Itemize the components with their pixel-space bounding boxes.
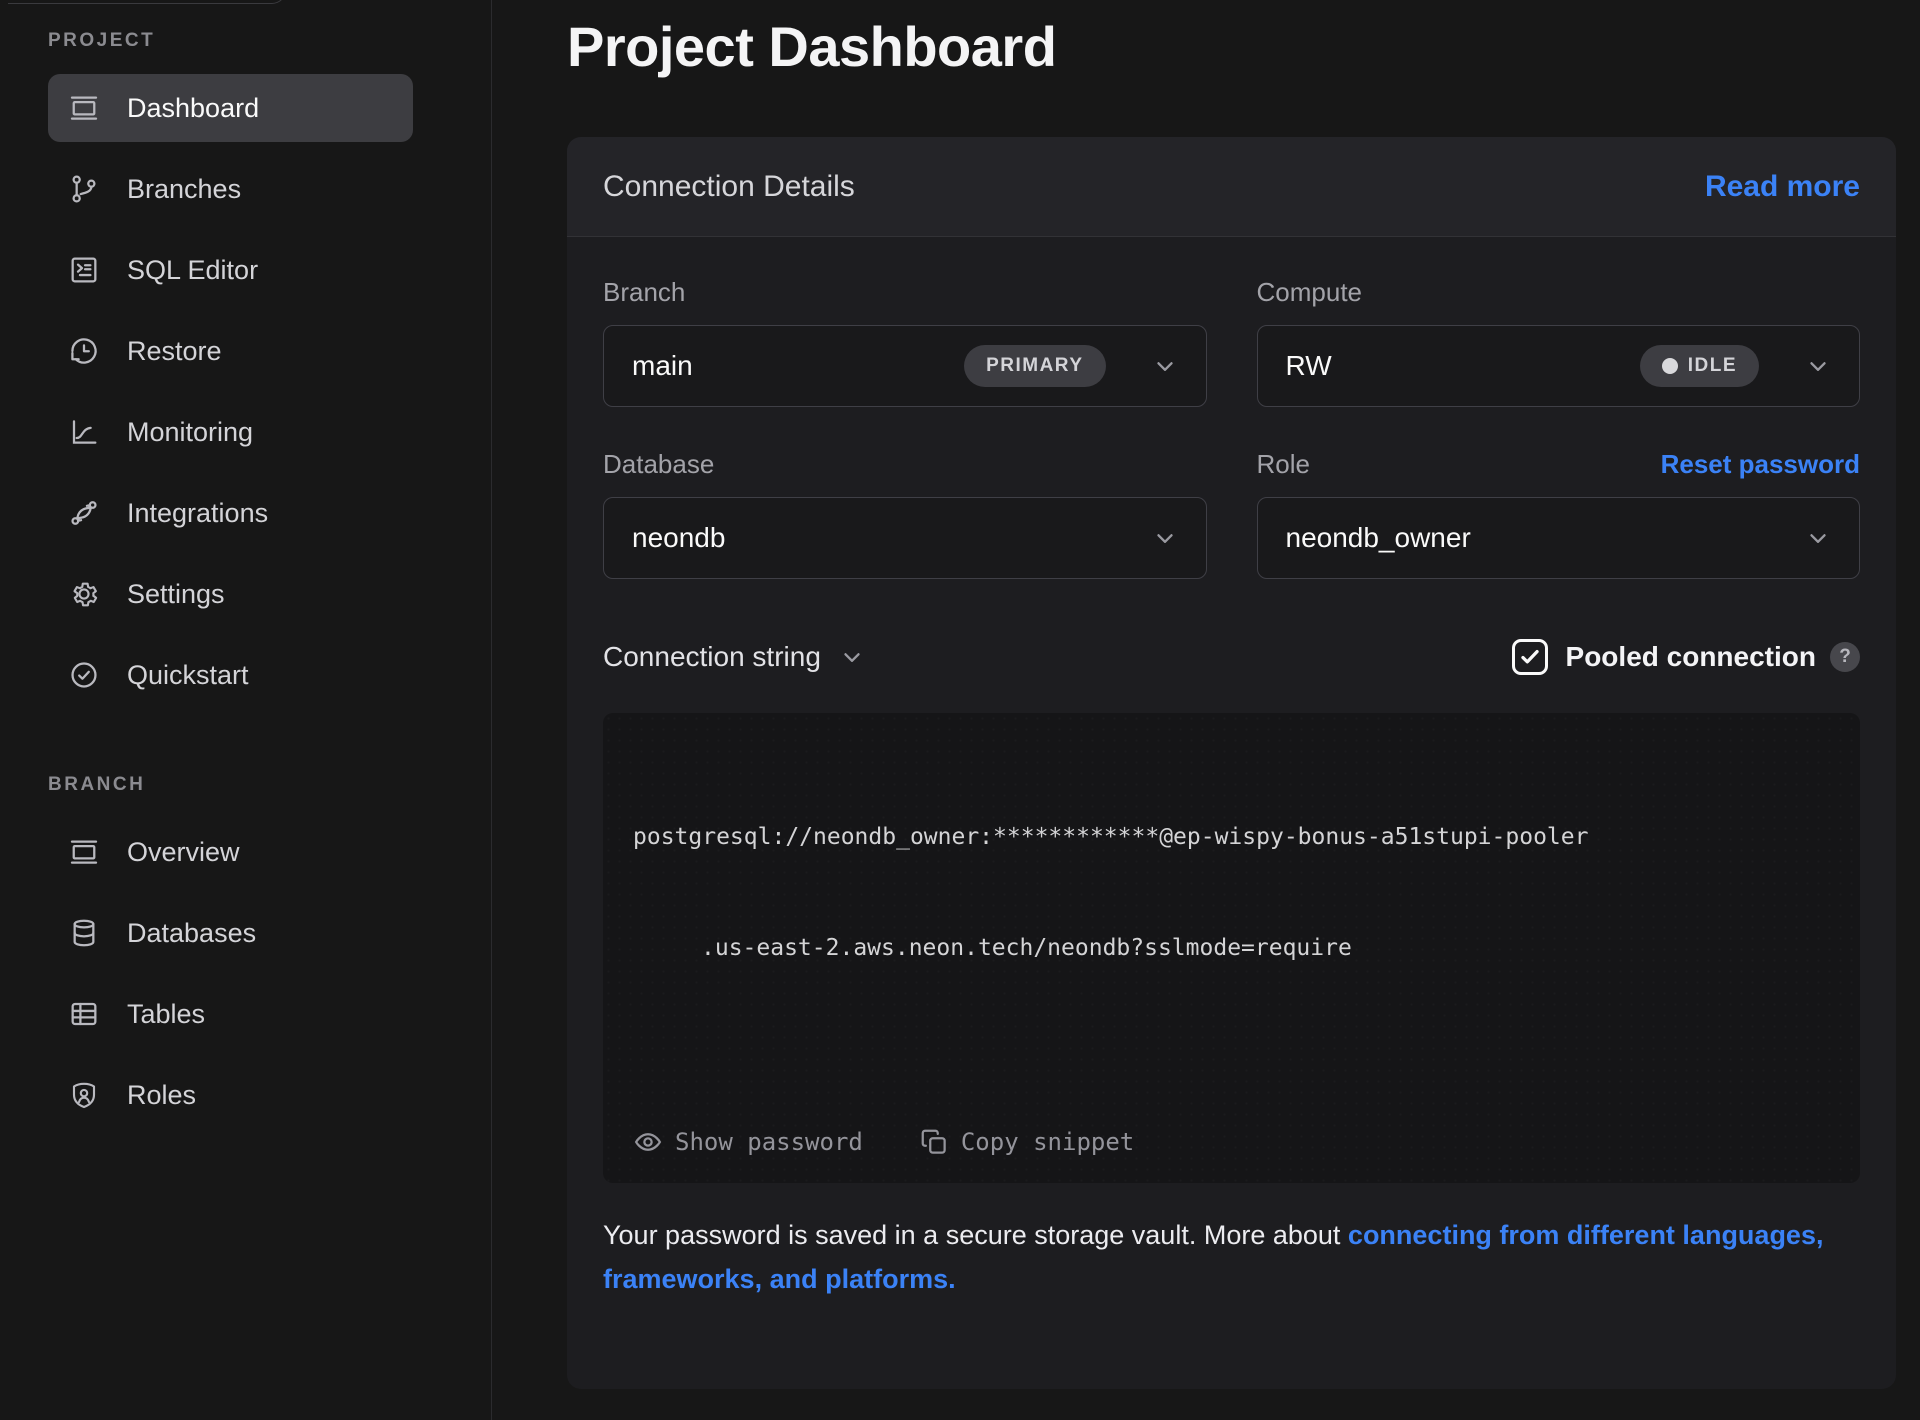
overview-icon <box>68 836 100 868</box>
branch-select-value: main <box>632 350 964 382</box>
sidebar-item-label: Roles <box>127 1080 196 1111</box>
sidebar: PROJECT Dashboard Branches SQL Editor Re… <box>0 0 492 1420</box>
connection-string-dropdown[interactable]: Connection string <box>603 641 865 673</box>
chevron-down-icon <box>1152 353 1178 379</box>
read-more-link[interactable]: Read more <box>1705 170 1860 204</box>
page-title: Project Dashboard <box>567 14 1896 79</box>
pooled-connection-control: Pooled connection ? <box>1512 639 1860 675</box>
databases-icon <box>68 917 100 949</box>
branch-field: Branch main PRIMARY <box>603 275 1207 407</box>
chevron-down-icon <box>1805 353 1831 379</box>
sidebar-item-label: Dashboard <box>127 93 259 124</box>
pooled-connection-checkbox[interactable] <box>1512 639 1548 675</box>
sidebar-item-roles[interactable]: Roles <box>48 1061 413 1129</box>
sidebar-item-dashboard[interactable]: Dashboard <box>48 74 413 142</box>
copy-icon <box>919 1127 949 1157</box>
sidebar-item-label: Tables <box>127 999 205 1030</box>
password-vault-note: Your password is saved in a secure stora… <box>603 1213 1860 1301</box>
chevron-down-icon <box>1152 525 1178 551</box>
chevron-down-icon <box>1805 525 1831 551</box>
code-actions: Show password Copy snippet <box>633 1127 1190 1157</box>
dashboard-icon <box>68 92 100 124</box>
sql-editor-icon <box>68 254 100 286</box>
sidebar-section-gap <box>48 722 413 774</box>
sidebar-item-label: Branches <box>127 174 241 205</box>
integrations-icon <box>68 497 100 529</box>
database-field: Database neondb <box>603 447 1207 579</box>
primary-badge: PRIMARY <box>964 345 1105 387</box>
role-select[interactable]: neondb_owner <box>1257 497 1861 579</box>
sidebar-item-settings[interactable]: Settings <box>48 560 413 628</box>
database-select-value: neondb <box>632 522 1152 554</box>
sidebar-item-label: Monitoring <box>127 417 253 448</box>
connection-string-value: postgresql://neondb_owner:************@e… <box>633 745 1830 1041</box>
field-row-2: Database neondb Role Reset password <box>603 447 1860 579</box>
sidebar-item-restore[interactable]: Restore <box>48 317 413 385</box>
show-password-button[interactable]: Show password <box>633 1127 863 1157</box>
reset-password-link[interactable]: Reset password <box>1661 449 1860 480</box>
field-row-1: Branch main PRIMARY Compute <box>603 275 1860 407</box>
sidebar-item-sql-editor[interactable]: SQL Editor <box>48 236 413 304</box>
sidebar-item-label: Overview <box>127 837 240 868</box>
sidebar-item-label: Restore <box>127 336 222 367</box>
roles-icon <box>68 1079 100 1111</box>
compute-select-value: RW <box>1286 350 1640 382</box>
connection-string-line-2: .us-east-2.aws.neon.tech/neondb?sslmode=… <box>633 930 1830 967</box>
database-select[interactable]: neondb <box>603 497 1207 579</box>
branch-select[interactable]: main PRIMARY <box>603 325 1207 407</box>
sidebar-top-divider-fragment <box>8 0 286 4</box>
branch-label: Branch <box>603 277 685 308</box>
restore-icon <box>68 335 100 367</box>
connection-string-label: Connection string <box>603 641 821 673</box>
connection-string-block: postgresql://neondb_owner:************@e… <box>603 713 1860 1183</box>
quickstart-icon <box>68 659 100 691</box>
password-vault-text: Your password is saved in a secure stora… <box>603 1220 1348 1250</box>
tables-icon <box>68 998 100 1030</box>
sidebar-item-overview[interactable]: Overview <box>48 818 413 886</box>
sidebar-item-label: Databases <box>127 918 256 949</box>
database-label: Database <box>603 449 714 480</box>
compute-label: Compute <box>1257 277 1363 308</box>
status-dot-icon <box>1662 358 1678 374</box>
compute-field: Compute RW IDLE <box>1257 275 1861 407</box>
sidebar-item-label: Integrations <box>127 498 268 529</box>
branches-icon <box>68 173 100 205</box>
help-icon[interactable]: ? <box>1830 642 1860 672</box>
connection-string-line-1: postgresql://neondb_owner:************@e… <box>633 819 1830 856</box>
card-title: Connection Details <box>603 170 855 204</box>
sidebar-item-branches[interactable]: Branches <box>48 155 413 223</box>
sidebar-item-databases[interactable]: Databases <box>48 899 413 967</box>
connection-string-row: Connection string Pooled connection ? <box>603 639 1860 675</box>
sidebar-item-tables[interactable]: Tables <box>48 980 413 1048</box>
sidebar-item-label: Quickstart <box>127 660 249 691</box>
sidebar-item-monitoring[interactable]: Monitoring <box>48 398 413 466</box>
card-body: Branch main PRIMARY Compute <box>567 237 1896 1301</box>
connection-details-card: Connection Details Read more Branch main… <box>567 137 1896 1389</box>
role-field: Role Reset password neondb_owner <box>1257 447 1861 579</box>
copy-snippet-button[interactable]: Copy snippet <box>919 1127 1134 1157</box>
sidebar-item-label: Settings <box>127 579 225 610</box>
sidebar-item-quickstart[interactable]: Quickstart <box>48 641 413 709</box>
sidebar-item-label: SQL Editor <box>127 255 258 286</box>
monitoring-icon <box>68 416 100 448</box>
role-label: Role <box>1257 449 1310 480</box>
card-header: Connection Details Read more <box>567 137 1896 237</box>
sidebar-section-branch: BRANCH <box>48 774 413 796</box>
compute-select[interactable]: RW IDLE <box>1257 325 1861 407</box>
pooled-connection-label: Pooled connection <box>1566 641 1816 673</box>
sidebar-section-project: PROJECT <box>48 30 413 52</box>
idle-badge: IDLE <box>1640 345 1759 387</box>
main-content: Project Dashboard Connection Details Rea… <box>492 0 1920 1420</box>
settings-icon <box>68 578 100 610</box>
role-select-value: neondb_owner <box>1286 522 1806 554</box>
chevron-down-icon <box>839 644 865 670</box>
eye-icon <box>633 1127 663 1157</box>
sidebar-item-integrations[interactable]: Integrations <box>48 479 413 547</box>
